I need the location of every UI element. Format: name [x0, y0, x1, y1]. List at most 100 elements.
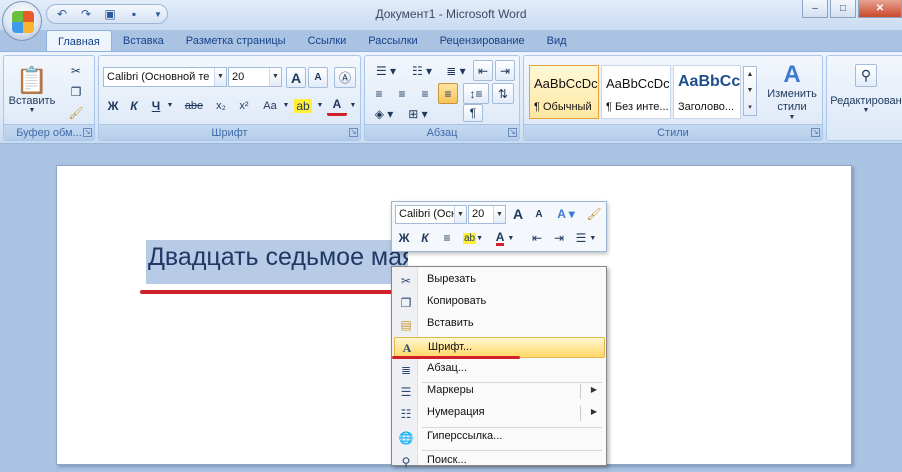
menu-item-copy[interactable]: ❐ Копировать — [394, 292, 605, 313]
copy-button[interactable]: ❐ — [66, 81, 86, 102]
more-icon[interactable]: ▾ — [748, 103, 752, 111]
mini-increase-indent-button[interactable]: ⇥ — [550, 229, 568, 247]
strikethrough-button[interactable]: abe — [181, 95, 207, 116]
window-controls: – □ ✕ — [802, 0, 902, 18]
decrease-indent-button[interactable]: ⇤ — [473, 60, 493, 81]
sort-button[interactable]: ⇅ — [492, 83, 514, 104]
menu-item-hyperlink[interactable]: 🌐 Гиперссылка... — [394, 427, 605, 448]
clipboard-launcher-icon[interactable]: ↘ — [83, 128, 92, 137]
mini-styles-button[interactable]: A ▾ — [553, 205, 579, 223]
borders-button[interactable]: ⊞ ▾ — [403, 106, 433, 122]
mini-bold-button[interactable]: Ж — [395, 229, 413, 247]
menu-item-cut[interactable]: ✂ Вырезать — [394, 270, 605, 291]
increase-indent-button[interactable]: ⇥ — [495, 60, 515, 81]
italic-button[interactable]: К — [126, 95, 142, 116]
highlight-button[interactable]: ab — [293, 95, 313, 116]
close-button[interactable]: ✕ — [858, 0, 902, 18]
chevron-down-icon[interactable]: ▼ — [747, 87, 754, 94]
mini-font-name-combo[interactable]: Calibri (Осн ▼ — [395, 205, 467, 224]
tab-view[interactable]: Вид — [536, 30, 578, 52]
font-name-combo[interactable]: Calibri (Основной те ▼ — [103, 67, 227, 87]
tab-page-layout[interactable]: Разметка страницы — [175, 30, 297, 52]
copy-icon: ❐ — [400, 295, 412, 310]
paste-button[interactable]: 📋 Вставить ▼ — [8, 60, 56, 118]
menu-item-search[interactable]: ⚲ Поиск... — [394, 451, 605, 472]
maximize-button[interactable]: □ — [830, 0, 856, 18]
font-color-button[interactable]: A — [327, 95, 347, 116]
chevron-down-icon[interactable]: ▼ — [493, 206, 505, 223]
style-heading-1[interactable]: AaBbCc Заголово... — [673, 65, 741, 119]
paragraph-launcher-icon[interactable]: ↘ — [508, 128, 517, 137]
office-button[interactable] — [2, 1, 42, 41]
mini-font-size-combo[interactable]: 20 ▼ — [468, 205, 506, 224]
line-spacing-icon: ↕≡ — [469, 86, 483, 101]
chevron-down-icon: ▼ — [28, 106, 36, 114]
menu-item-paragraph[interactable]: ≣ Абзац... — [394, 359, 605, 380]
format-painter-button[interactable]: 🖌 — [66, 102, 86, 123]
chevron-right-icon[interactable]: ▶ — [591, 407, 597, 416]
menu-item-font[interactable]: A Шрифт... — [394, 337, 605, 358]
align-left-icon: ≡ — [375, 86, 383, 101]
tab-mailings[interactable]: Рассылки — [357, 30, 428, 52]
menu-item-numbering[interactable]: ☷ Нумерация ▶ — [394, 403, 605, 424]
subscript-button[interactable]: x₂ — [212, 95, 230, 116]
minimize-button[interactable]: – — [802, 0, 828, 18]
multilevel-list-button[interactable]: ≣ ▾ — [441, 60, 471, 81]
style-name: Заголово... — [678, 101, 735, 113]
underline-dropdown-icon[interactable]: ▼ — [165, 95, 175, 116]
cut-button[interactable]: ✂ — [66, 60, 86, 81]
align-center-button[interactable]: ≡ — [392, 83, 412, 104]
shading-button[interactable]: ◈ ▾ — [369, 106, 399, 122]
tab-insert[interactable]: Вставка — [112, 30, 175, 52]
change-case-button[interactable]: Aa — [259, 95, 281, 116]
chevron-down-icon[interactable]: ▼ — [269, 68, 281, 86]
mini-format-painter-button[interactable]: 🖌 — [585, 205, 603, 223]
align-right-button[interactable]: ≡ — [415, 83, 435, 104]
selected-text[interactable]: Двадцать седьмое мая — [146, 240, 408, 284]
mini-bullets-button[interactable]: ☰ ▼ — [572, 229, 600, 247]
tab-review[interactable]: Рецензирование — [429, 30, 536, 52]
chevron-down-icon[interactable]: ▼ — [348, 95, 358, 116]
font-size-combo[interactable]: 20 ▼ — [228, 67, 282, 87]
underline-button[interactable]: Ч — [148, 95, 164, 116]
change-styles-button[interactable]: A Изменить стили ▼ — [762, 60, 822, 122]
bold-button[interactable]: Ж — [105, 95, 121, 116]
mini-italic-button[interactable]: К — [416, 229, 434, 247]
editing-button[interactable]: ⚲ Редактирован ▼ — [829, 60, 902, 122]
shrink-font-button[interactable]: A — [308, 67, 328, 88]
mini-center-button[interactable]: ≡ — [438, 229, 456, 247]
chevron-up-icon[interactable]: ▲ — [747, 71, 754, 78]
tab-home[interactable]: Главная — [46, 30, 112, 52]
chevron-right-icon[interactable]: ▶ — [591, 385, 597, 394]
chevron-down-icon[interactable]: ▼ — [454, 206, 466, 223]
bullets-button[interactable]: ☰ ▾ — [369, 60, 403, 81]
chevron-down-icon[interactable]: ▼ — [214, 68, 226, 86]
style-normal[interactable]: AaBbCcDc ¶ Обычный — [529, 65, 599, 119]
bullets-icon: ☰ — [575, 231, 587, 245]
chevron-down-icon: ▼ — [507, 234, 515, 242]
menu-item-paste[interactable]: ▤ Вставить — [394, 314, 605, 335]
font-launcher-icon[interactable]: ↘ — [349, 128, 358, 137]
chevron-down-icon[interactable]: ▼ — [281, 95, 291, 116]
menu-item-bullets[interactable]: ☰ Маркеры ▶ — [394, 381, 605, 402]
superscript-button[interactable]: x² — [235, 95, 253, 116]
grow-font-button[interactable]: A — [286, 67, 306, 88]
mini-font-color-button[interactable]: A ▼ — [492, 229, 518, 247]
mini-decrease-indent-button[interactable]: ⇤ — [528, 229, 546, 247]
styles-gallery-scroll[interactable]: ▲ ▼ ▾ — [743, 66, 757, 116]
mini-grow-font-button[interactable]: A — [509, 205, 527, 223]
styles-launcher-icon[interactable]: ↘ — [811, 128, 820, 137]
justify-button[interactable]: ≡ — [438, 83, 458, 104]
chevron-down-icon[interactable]: ▼ — [315, 95, 325, 116]
show-formatting-button[interactable]: ¶ — [463, 104, 483, 122]
line-spacing-button[interactable]: ↕≡ — [463, 83, 489, 104]
numbering-button[interactable]: ☷ ▾ — [405, 60, 439, 81]
bullets-icon: ☰ — [400, 384, 412, 399]
mini-shrink-font-button[interactable]: A — [530, 205, 548, 223]
style-no-spacing[interactable]: AaBbCcDc ¶ Без инте... — [601, 65, 671, 119]
eraser-icon: Ⓐ — [338, 71, 351, 85]
clear-formatting-button[interactable]: Ⓐ — [334, 67, 356, 88]
mini-highlight-button[interactable]: ab ▼ — [460, 229, 486, 247]
align-left-button[interactable]: ≡ — [369, 83, 389, 104]
tab-references[interactable]: Ссылки — [297, 30, 358, 52]
